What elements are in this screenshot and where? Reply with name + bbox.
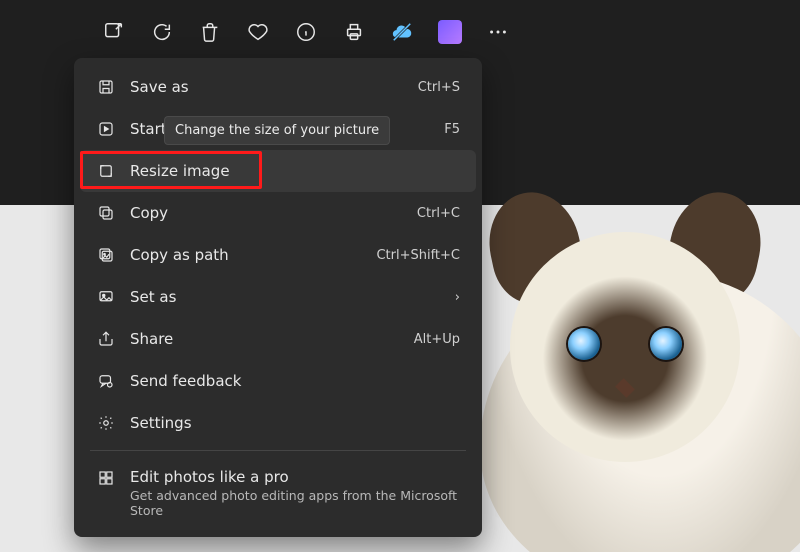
menu-item-edit-pro[interactable]: Edit photos like a pro Get advanced phot… bbox=[80, 457, 476, 529]
menu-item-label: Copy as path bbox=[130, 246, 362, 264]
slideshow-icon bbox=[96, 119, 116, 139]
copy-path-icon bbox=[96, 245, 116, 265]
toolbar bbox=[100, 10, 512, 54]
menu-item-start-slideshow[interactable]: Start slideshow F5 bbox=[80, 108, 476, 150]
menu-item-shortcut: Ctrl+Shift+C bbox=[376, 248, 460, 263]
menu-item-send-feedback[interactable]: Send feedback bbox=[80, 360, 476, 402]
menu-item-shortcut: Alt+Up bbox=[414, 332, 460, 347]
menu-separator bbox=[90, 450, 466, 451]
feedback-icon bbox=[96, 371, 116, 391]
menu-item-label: Send feedback bbox=[130, 372, 460, 390]
menu-item-save-as[interactable]: Save as Ctrl+S bbox=[80, 66, 476, 108]
copy-icon bbox=[96, 203, 116, 223]
settings-icon bbox=[96, 413, 116, 433]
menu-item-label: Resize image bbox=[130, 162, 460, 180]
menu-item-label: Save as bbox=[130, 78, 404, 96]
chevron-right-icon: › bbox=[455, 290, 460, 305]
favorite-icon[interactable] bbox=[244, 18, 272, 46]
edit-icon[interactable] bbox=[100, 18, 128, 46]
menu-item-settings[interactable]: Settings bbox=[80, 402, 476, 444]
menu-item-label: Set as bbox=[130, 288, 441, 306]
more-icon[interactable] bbox=[484, 18, 512, 46]
print-icon[interactable] bbox=[340, 18, 368, 46]
menu-item-resize-image[interactable]: Resize image bbox=[80, 150, 476, 192]
save-icon bbox=[96, 77, 116, 97]
promo-subtitle: Get advanced photo editing apps from the… bbox=[130, 488, 460, 518]
menu-item-label: Settings bbox=[130, 414, 460, 432]
menu-item-set-as[interactable]: Set as › bbox=[80, 276, 476, 318]
menu-item-copy[interactable]: Copy Ctrl+C bbox=[80, 192, 476, 234]
menu-item-share[interactable]: Share Alt+Up bbox=[80, 318, 476, 360]
menu-item-label: Share bbox=[130, 330, 400, 348]
share-icon bbox=[96, 329, 116, 349]
context-menu: Save as Ctrl+S Start slideshow F5 Resize… bbox=[74, 58, 482, 537]
menu-item-label: Start slideshow bbox=[130, 120, 430, 138]
menu-item-shortcut: Ctrl+C bbox=[417, 206, 460, 221]
menu-item-shortcut: Ctrl+S bbox=[418, 80, 460, 95]
promo-title: Edit photos like a pro bbox=[130, 468, 460, 486]
rotate-icon[interactable] bbox=[148, 18, 176, 46]
delete-icon[interactable] bbox=[196, 18, 224, 46]
store-icon bbox=[96, 468, 116, 488]
onedrive-off-icon[interactable] bbox=[388, 18, 416, 46]
menu-item-label: Copy bbox=[130, 204, 403, 222]
info-icon[interactable] bbox=[292, 18, 320, 46]
menu-item-shortcut: F5 bbox=[444, 122, 460, 137]
resize-icon bbox=[96, 161, 116, 181]
menu-item-copy-as-path[interactable]: Copy as path Ctrl+Shift+C bbox=[80, 234, 476, 276]
clipchamp-icon[interactable] bbox=[436, 18, 464, 46]
set-as-icon bbox=[96, 287, 116, 307]
